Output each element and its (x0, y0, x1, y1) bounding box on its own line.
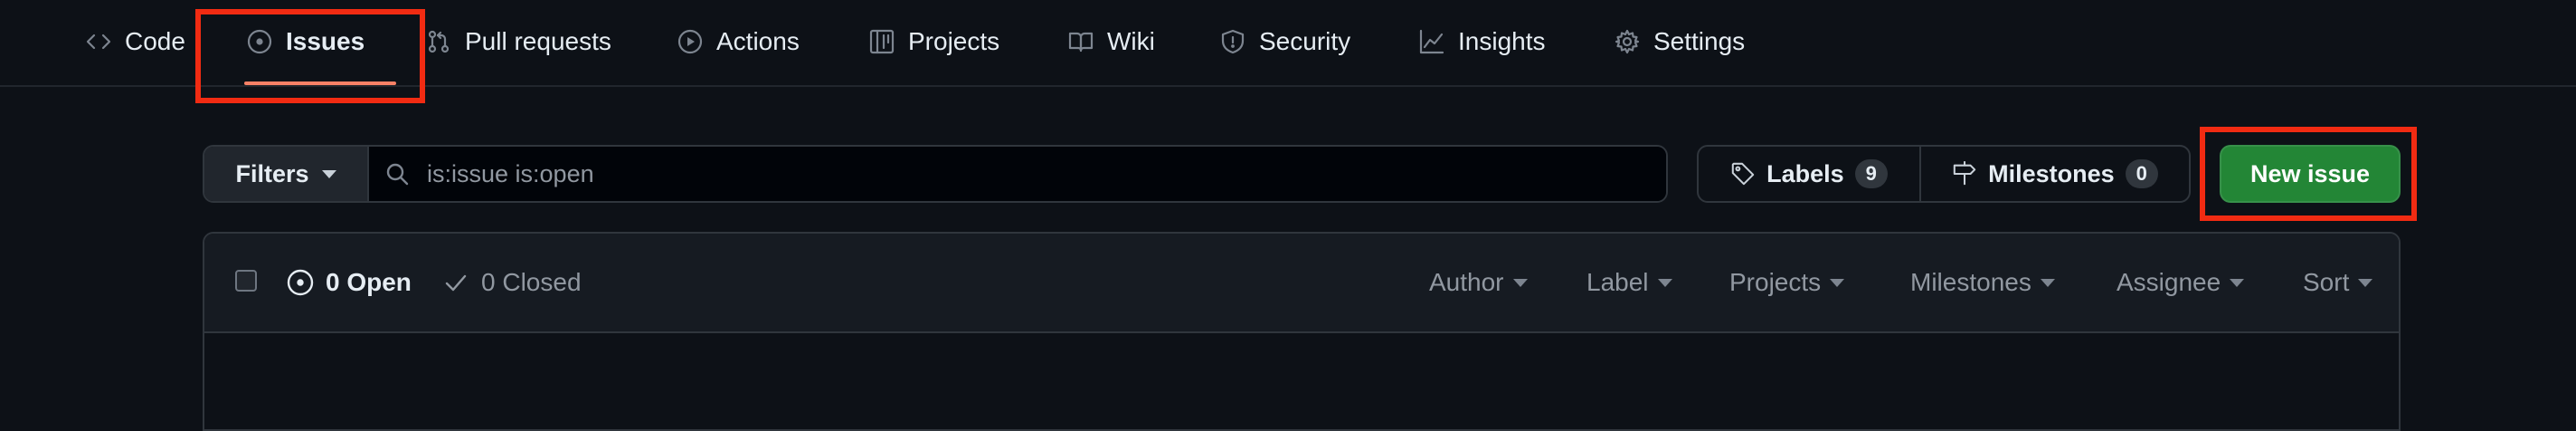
projects-filter[interactable]: Projects (1729, 234, 1845, 331)
label-filter[interactable]: Label (1586, 234, 1672, 331)
author-filter-label: Author (1429, 268, 1504, 296)
search-icon (386, 163, 409, 186)
tab-issues-label: Issues (286, 27, 365, 55)
labels-label: Labels (1766, 159, 1844, 187)
check-icon (445, 274, 467, 292)
chevron-down-icon (1657, 278, 1672, 287)
issues-list-header: 0 Open 0 Closed Author Label Projects Mi… (204, 234, 2399, 333)
search-field (369, 147, 1666, 201)
labels-button[interactable]: Labels 9 (1699, 147, 1919, 201)
search-input[interactable] (425, 147, 1666, 201)
git-pull-request-icon (428, 30, 450, 53)
book-icon (1068, 32, 1094, 53)
tab-insights[interactable]: Insights (1418, 0, 1546, 83)
tab-pull-requests-label: Pull requests (465, 27, 611, 55)
closed-issues-toggle[interactable]: 0 Closed (441, 234, 582, 331)
chevron-down-icon (2040, 278, 2055, 287)
tab-wiki[interactable]: Wiki (1067, 0, 1155, 83)
active-tab-underline (244, 81, 396, 85)
tab-settings-label: Settings (1653, 27, 1746, 55)
milestones-button[interactable]: Milestones 0 (1919, 147, 2189, 201)
shield-icon (1221, 29, 1245, 54)
open-count-label: 0 Open (326, 268, 412, 296)
graph-icon (1419, 29, 1444, 54)
tab-settings[interactable]: Settings (1614, 0, 1745, 83)
assignee-filter-label: Assignee (2117, 268, 2221, 296)
table-icon (869, 29, 895, 54)
tab-insights-label: Insights (1458, 27, 1546, 55)
play-icon (677, 29, 703, 54)
issues-list: 0 Open 0 Closed Author Label Projects Mi… (203, 232, 2401, 431)
filters-label: Filters (235, 159, 309, 187)
filters-button[interactable]: Filters (204, 147, 369, 201)
label-filter-label: Label (1586, 268, 1649, 296)
tag-icon (1731, 162, 1755, 186)
tab-issues[interactable]: Issues (246, 0, 365, 83)
sort-filter-label: Sort (2303, 268, 2350, 296)
chevron-down-icon (1830, 278, 1845, 287)
select-all-checkbox[interactable] (235, 270, 257, 292)
milestones-filter[interactable]: Milestones (1910, 234, 2055, 331)
code-icon (86, 34, 111, 50)
issue-opened-icon (247, 29, 272, 54)
tab-pull-requests[interactable]: Pull requests (425, 0, 611, 83)
closed-count-label: 0 Closed (481, 268, 582, 296)
milestone-icon (1953, 161, 1976, 186)
chevron-down-icon (321, 169, 336, 178)
sort-filter[interactable]: Sort (2303, 234, 2373, 331)
milestones-count-badge: 0 (2125, 159, 2158, 188)
tab-security[interactable]: Security (1219, 0, 1350, 83)
chevron-down-icon (1512, 278, 1528, 287)
chevron-down-icon (2230, 278, 2245, 287)
new-issue-button[interactable]: New issue (2220, 145, 2401, 203)
labels-milestones-group: Labels 9 Milestones 0 (1697, 145, 2191, 203)
milestones-label: Milestones (1988, 159, 2115, 187)
tab-wiki-label: Wiki (1107, 27, 1155, 55)
assignee-filter[interactable]: Assignee (2117, 234, 2245, 331)
tab-code-label: Code (125, 27, 185, 55)
open-issues-toggle[interactable]: 0 Open (286, 234, 412, 331)
chevron-down-icon (2358, 278, 2373, 287)
repo-nav: Code Issues Pull requests Actions Projec… (0, 0, 2576, 87)
tab-security-label: Security (1259, 27, 1351, 55)
milestones-filter-label: Milestones (1910, 268, 2031, 296)
tab-actions-label: Actions (716, 27, 800, 55)
tab-actions[interactable]: Actions (677, 0, 800, 83)
tab-projects-label: Projects (908, 27, 1000, 55)
issue-opened-icon (287, 269, 314, 296)
labels-count-badge: 9 (1854, 159, 1888, 188)
gear-icon (1615, 29, 1640, 54)
filter-bar: Filters (203, 145, 1668, 203)
tab-code[interactable]: Code (85, 0, 185, 83)
projects-filter-label: Projects (1729, 268, 1822, 296)
tab-projects[interactable]: Projects (868, 0, 999, 83)
author-filter[interactable]: Author (1429, 234, 1528, 331)
